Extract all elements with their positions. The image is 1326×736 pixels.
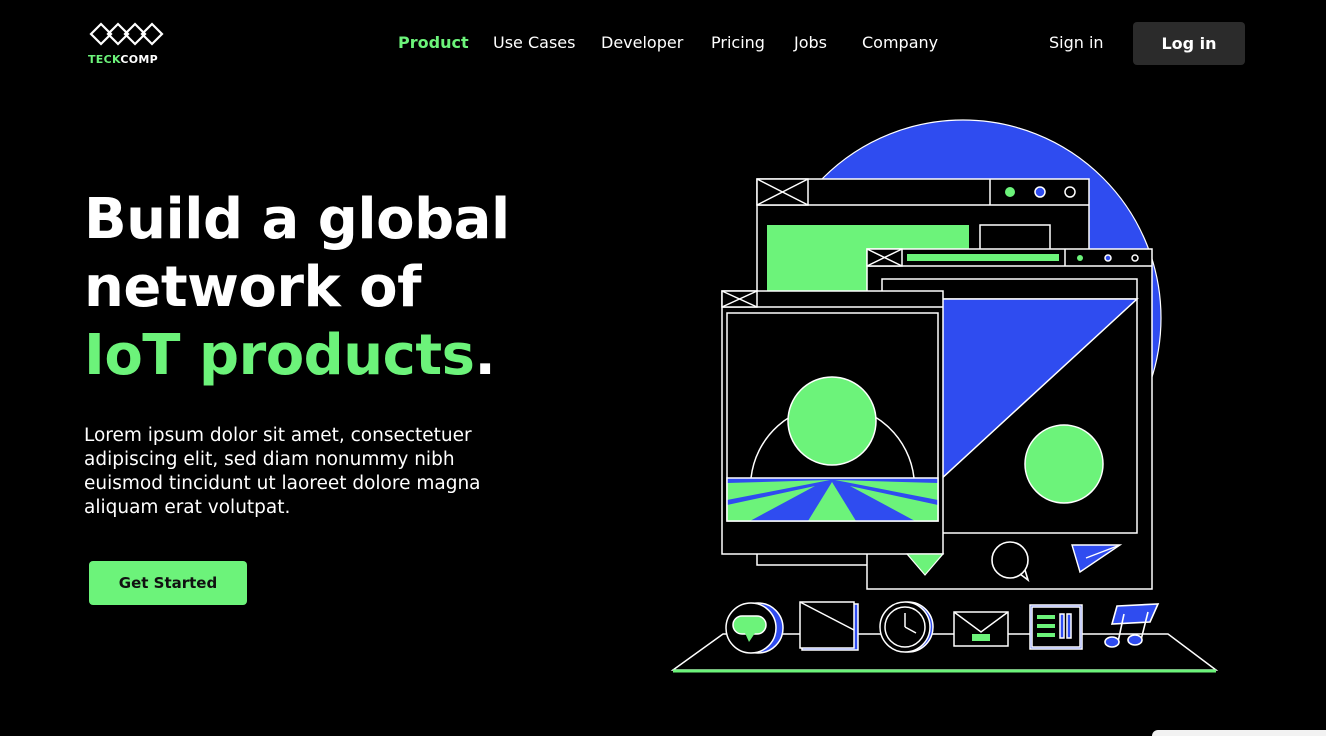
nav-jobs[interactable]: Jobs xyxy=(794,33,827,52)
brand-name-part2: COMP xyxy=(120,53,158,66)
hero-title-line2: network of xyxy=(84,255,422,320)
nav-company[interactable]: Company xyxy=(862,33,938,52)
brand-name-part1: TECK xyxy=(88,53,121,66)
hero-title-period: . xyxy=(474,323,496,388)
front-photo-window xyxy=(721,290,944,555)
sign-in-link[interactable]: Sign in xyxy=(1049,33,1104,52)
hero-description: Lorem ipsum dolor sit amet, consectetuer… xyxy=(84,425,481,518)
clock-icon xyxy=(879,601,934,653)
hero-title-line1: Build a global xyxy=(84,187,510,252)
nav-pricing[interactable]: Pricing xyxy=(711,33,765,52)
nav-developer[interactable]: Developer xyxy=(601,33,683,52)
brand-logo[interactable]: TECKCOMP xyxy=(88,20,164,70)
list-icon xyxy=(1029,604,1083,650)
log-in-button[interactable]: Log in xyxy=(1133,22,1245,65)
brand-name: TECKCOMP xyxy=(88,53,158,66)
chat-bubble-icon xyxy=(725,602,784,654)
logo-mark-icon xyxy=(89,22,164,46)
hero-title-highlight: IoT products xyxy=(84,323,475,388)
get-started-button[interactable]: Get Started xyxy=(89,561,247,605)
nav-use-cases[interactable]: Use Cases xyxy=(493,33,575,52)
nav-product[interactable]: Product xyxy=(398,33,469,52)
mail-icon xyxy=(953,611,1009,647)
scroll-hint-edge xyxy=(1152,730,1326,736)
picture-icon xyxy=(799,601,859,651)
hero-title: Build a global network of IoT products. xyxy=(84,186,510,390)
hero-title-line3: IoT products. xyxy=(84,322,510,390)
hero-illustration xyxy=(670,119,1219,673)
